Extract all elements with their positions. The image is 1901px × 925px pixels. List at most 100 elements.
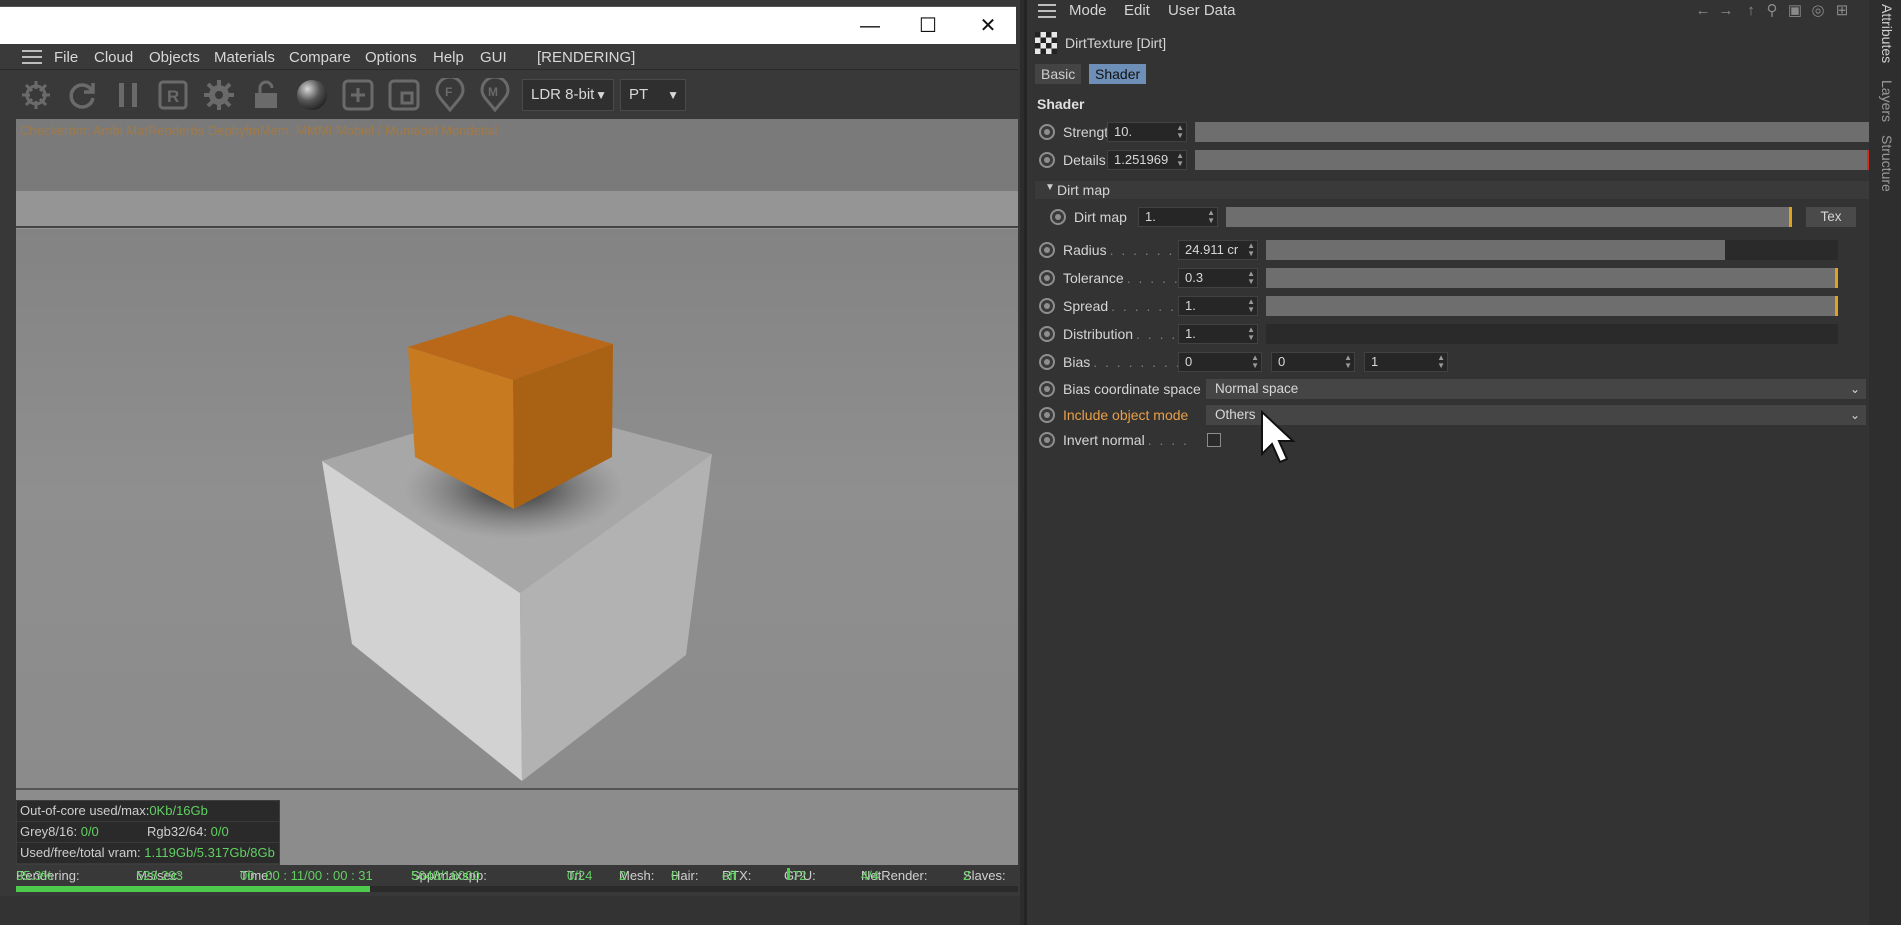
viewer-menubar: File Cloud Objects Materials Compare Opt… [0,44,1018,70]
stepper-icon[interactable]: ▲ ▼ [1247,326,1255,342]
menu-cloud[interactable]: Cloud [94,49,133,66]
lock-icon[interactable]: ▣ [1786,2,1804,20]
radius-slider[interactable] [1266,240,1838,260]
search-icon[interactable]: ⚲ [1763,2,1781,20]
display-mode-select[interactable]: LDR 8-bit ▼ [522,79,614,111]
minimize-button[interactable]: — [845,7,895,45]
menu-mode[interactable]: Mode [1069,2,1107,19]
tab-attributes[interactable]: Attributes [1879,4,1895,63]
tolerance-row: Tolerance. . . . . . 0.3 ▲ ▼ [1035,267,1870,289]
refresh-icon[interactable] [64,77,100,113]
material-pin-icon[interactable]: M [477,77,513,113]
distribution-row: Distribution. . . . . 1. ▲ ▼ [1035,323,1870,345]
tolerance-slider[interactable] [1266,268,1838,288]
object-header: DirtTexture [Dirt] [1035,32,1166,54]
dirtmap-group-header[interactable]: ▼ Dirt map [1035,181,1870,199]
add-camera-icon[interactable] [340,77,376,113]
up-arrow-icon[interactable]: ↑ [1742,2,1760,20]
chevron-down-icon: ⌄ [1849,382,1860,396]
details-field[interactable]: 1.251969 ▲ ▼ [1107,150,1187,170]
lock-icon[interactable] [248,77,284,113]
menu-edit[interactable]: Edit [1124,2,1150,19]
add-view-icon[interactable] [386,77,422,113]
menu-help[interactable]: Help [433,49,464,66]
animate-icon[interactable] [1039,270,1055,286]
animate-icon[interactable] [1039,354,1055,370]
animate-icon[interactable] [1039,432,1055,448]
stepper-icon[interactable]: ▲ ▼ [1207,209,1215,225]
tab-structure[interactable]: Structure [1879,135,1895,192]
chevron-down-icon: ⌄ [1849,408,1860,422]
stepper-icon[interactable]: ▲ ▼ [1251,354,1259,370]
target-icon[interactable]: ◎ [1809,2,1827,20]
forward-arrow-icon[interactable]: → [1717,2,1735,20]
stepper-icon[interactable]: ▲ ▼ [1344,354,1352,370]
menu-options[interactable]: Options [365,49,417,66]
animate-icon[interactable] [1039,298,1055,314]
aperture-icon[interactable] [18,77,54,113]
dirtmap-label: Dirt map [1074,209,1127,225]
focus-pin-icon[interactable]: F [432,77,468,113]
texture-button[interactable]: Tex [1806,207,1856,227]
tolerance-field[interactable]: 0.3 ▲ ▼ [1178,268,1258,288]
strength-field[interactable]: 10. ▲ ▼ [1107,122,1187,142]
stepper-icon[interactable]: ▲ ▼ [1247,242,1255,258]
dirtmap-group-label: Dirt map [1057,182,1110,198]
stepper-icon[interactable]: ▲ ▼ [1176,124,1184,140]
close-button[interactable]: ✕ [963,7,1013,45]
distribution-slider[interactable] [1266,324,1838,344]
hamburger-icon[interactable] [22,48,42,64]
sphere-icon[interactable] [294,77,330,113]
invert-normal-checkbox[interactable] [1207,433,1221,447]
svg-text:R: R [167,87,179,106]
dirtmap-slider[interactable] [1226,207,1792,227]
stepper-icon[interactable]: ▲ ▼ [1247,270,1255,286]
kernel-select[interactable]: PT ▼ [620,79,686,111]
bias-space-dropdown[interactable]: Normal space ⌄ [1206,379,1866,399]
tab-layers[interactable]: Layers [1879,80,1895,122]
stepper-icon[interactable]: ▲ ▼ [1247,298,1255,314]
pause-icon[interactable] [110,77,146,113]
tab-basic[interactable]: Basic [1035,64,1082,84]
spread-field[interactable]: 1. ▲ ▼ [1178,296,1258,316]
strength-slider[interactable] [1195,122,1870,142]
stepper-icon[interactable]: ▲ ▼ [1176,152,1184,168]
spread-slider[interactable] [1266,296,1838,316]
hamburger-icon[interactable] [1038,3,1056,18]
animate-icon[interactable] [1050,209,1066,225]
include-mode-dropdown[interactable]: Others ⌄ [1206,405,1866,425]
new-panel-icon[interactable]: ⊞ [1833,2,1851,20]
radius-field[interactable]: 24.911 cr ▲ ▼ [1178,240,1258,260]
dirtmap-field[interactable]: 1. ▲ ▼ [1138,207,1218,227]
bias-z-field[interactable]: 1 ▲ ▼ [1364,352,1448,372]
stepper-icon[interactable]: ▲ ▼ [1437,354,1445,370]
menu-objects[interactable]: Objects [149,49,200,66]
tab-shader[interactable]: Shader [1089,64,1147,84]
include-mode-row: Include object mode Others ⌄ [1035,404,1870,426]
gear-icon[interactable] [201,77,237,113]
details-row: Details 1.251969 ▲ ▼ [1035,149,1870,171]
animate-icon[interactable] [1039,381,1055,397]
bias-y-field[interactable]: 0 ▲ ▼ [1271,352,1355,372]
menu-gui[interactable]: GUI [480,49,507,66]
section-title: Shader [1037,96,1085,112]
animate-icon[interactable] [1039,124,1055,140]
animate-icon[interactable] [1039,407,1055,423]
menu-compare[interactable]: Compare [289,49,351,66]
back-arrow-icon[interactable]: ← [1694,2,1712,20]
attribute-menubar: Mode Edit User Data ← → ↑ ⚲ ▣ ◎ ⊞ [1027,0,1872,22]
menu-materials[interactable]: Materials [214,49,275,66]
animate-icon[interactable] [1039,152,1055,168]
maximize-button[interactable]: ☐ [903,7,953,45]
menu-user-data[interactable]: User Data [1168,2,1236,19]
render-stats-panel: Out-of-core used/max:0Kb/16Gb Grey8/16: … [16,800,280,865]
details-slider[interactable] [1195,150,1870,170]
render-viewport[interactable]: Checkerbm: Ambi MatRenderbs DepbyfmMem. … [16,119,1018,865]
bias-x-field[interactable]: 0 ▲ ▼ [1178,352,1262,372]
checker-texture-icon [1035,32,1057,54]
animate-icon[interactable] [1039,242,1055,258]
region-icon[interactable]: R [155,77,191,113]
distribution-field[interactable]: 1. ▲ ▼ [1178,324,1258,344]
animate-icon[interactable] [1039,326,1055,342]
menu-file[interactable]: File [54,49,78,66]
